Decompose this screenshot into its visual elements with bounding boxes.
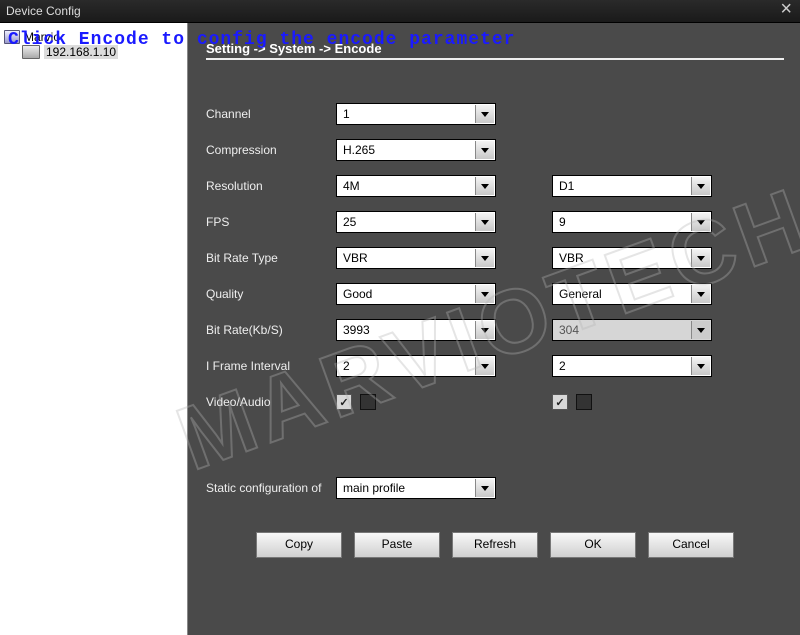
chevron-down-icon: [691, 357, 710, 375]
static-profile-select[interactable]: main profile: [336, 477, 496, 499]
button-bar: Copy Paste Refresh OK Cancel: [206, 532, 784, 558]
iframe-main-select[interactable]: 2: [336, 355, 496, 377]
main-panel: MARVIOTECH Setting -> System -> Encode C…: [188, 23, 800, 635]
breadcrumb-underline: [206, 58, 784, 60]
label-resolution: Resolution: [206, 179, 336, 193]
titlebar: Device Config ×: [0, 0, 800, 23]
label-bitrate-type: Bit Rate Type: [206, 251, 336, 265]
breadcrumb: Setting -> System -> Encode: [206, 41, 784, 56]
channel-select[interactable]: 1: [336, 103, 496, 125]
root-icon: [4, 30, 20, 44]
quality-sub-select[interactable]: General: [552, 283, 712, 305]
label-compression: Compression: [206, 143, 336, 157]
label-static-cfg: Static configuration of: [206, 481, 336, 495]
chevron-down-icon: [475, 105, 494, 123]
video-sub-checkbox[interactable]: [552, 394, 568, 410]
label-quality: Quality: [206, 287, 336, 301]
bitrate-sub-select: 304: [552, 319, 712, 341]
label-va: Video/Audio: [206, 395, 336, 409]
chevron-down-icon: [475, 141, 494, 159]
chevron-down-icon: [475, 213, 494, 231]
chevron-down-icon: [475, 177, 494, 195]
chevron-down-icon: [475, 357, 494, 375]
chevron-down-icon: [475, 479, 494, 497]
chevron-down-icon: [691, 321, 710, 339]
label-fps: FPS: [206, 215, 336, 229]
label-channel: Channel: [206, 107, 336, 121]
device-icon: [22, 45, 40, 59]
label-bitrate: Bit Rate(Kb/S): [206, 323, 336, 337]
quality-main-select[interactable]: Good: [336, 283, 496, 305]
window-title: Device Config: [6, 4, 81, 18]
video-main-checkbox[interactable]: [336, 394, 352, 410]
bitrate-type-sub-select[interactable]: VBR: [552, 247, 712, 269]
chevron-down-icon: [475, 249, 494, 267]
audio-sub-checkbox[interactable]: [576, 394, 592, 410]
resolution-sub-select[interactable]: D1: [552, 175, 712, 197]
device-tree: Marvio 192.168.1.10: [0, 23, 188, 635]
fps-main-select[interactable]: 25: [336, 211, 496, 233]
cancel-button[interactable]: Cancel: [648, 532, 734, 558]
bitrate-main-select[interactable]: 3993: [336, 319, 496, 341]
chevron-down-icon: [691, 285, 710, 303]
tree-root-label: Marvio: [24, 30, 60, 44]
iframe-sub-select[interactable]: 2: [552, 355, 712, 377]
label-iframe: I Frame Interval: [206, 359, 336, 373]
refresh-button[interactable]: Refresh: [452, 532, 538, 558]
tree-root-node[interactable]: Marvio: [4, 29, 185, 45]
ok-button[interactable]: OK: [550, 532, 636, 558]
copy-button[interactable]: Copy: [256, 532, 342, 558]
tree-device-label: 192.168.1.10: [44, 45, 118, 59]
chevron-down-icon: [475, 285, 494, 303]
chevron-down-icon: [691, 213, 710, 231]
fps-sub-select[interactable]: 9: [552, 211, 712, 233]
close-icon[interactable]: ×: [780, 0, 792, 20]
tree-device-node[interactable]: 192.168.1.10: [4, 45, 185, 59]
bitrate-type-main-select[interactable]: VBR: [336, 247, 496, 269]
chevron-down-icon: [691, 249, 710, 267]
compression-select[interactable]: H.265: [336, 139, 496, 161]
chevron-down-icon: [475, 321, 494, 339]
chevron-down-icon: [691, 177, 710, 195]
audio-main-checkbox[interactable]: [360, 394, 376, 410]
resolution-main-select[interactable]: 4M: [336, 175, 496, 197]
paste-button[interactable]: Paste: [354, 532, 440, 558]
